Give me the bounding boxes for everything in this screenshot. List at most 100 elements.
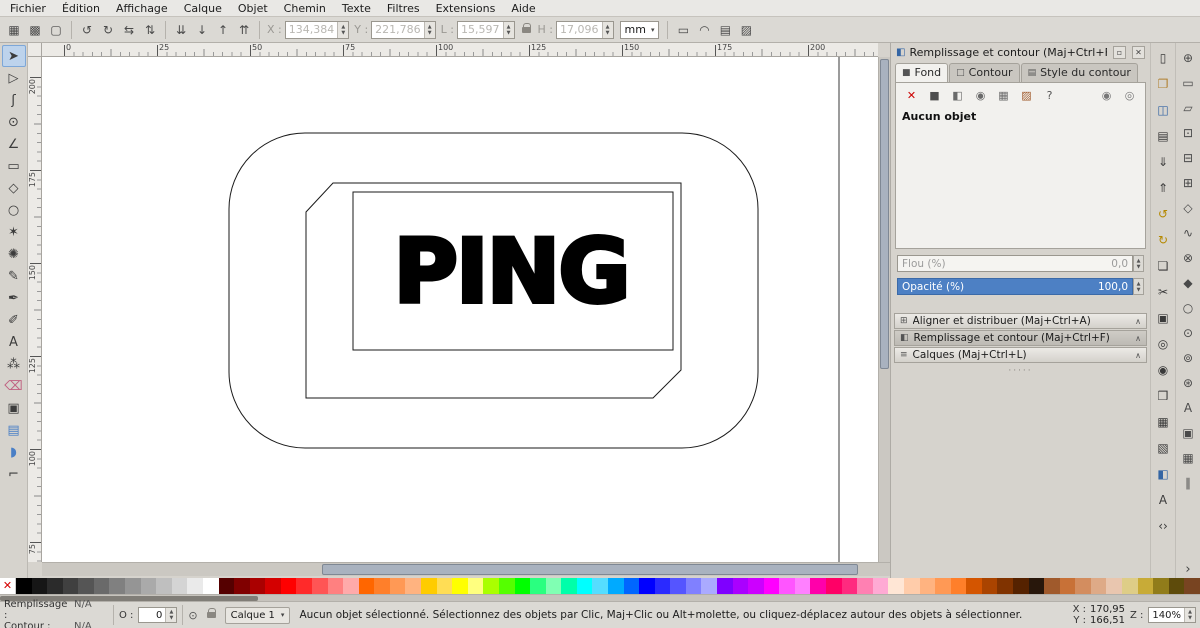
snap-bbox-icon[interactable]: ▭ (1177, 70, 1199, 95)
node-tool[interactable]: ▷ (2, 67, 26, 89)
snap-page-border-icon[interactable]: ▣ (1177, 420, 1199, 445)
xml-editor-icon[interactable]: ‹› (1152, 513, 1174, 539)
palette-swatch[interactable] (779, 578, 795, 594)
palette-swatch[interactable] (608, 578, 624, 594)
connector-tool[interactable]: ⌐ (2, 463, 26, 485)
palette-swatch[interactable] (561, 578, 577, 594)
dock-iconify-icon[interactable]: ▫ (1113, 46, 1126, 59)
snap-text-baseline-icon[interactable]: A (1177, 395, 1199, 420)
menu-fichier[interactable]: Fichier (2, 1, 54, 16)
palette-swatch[interactable] (624, 578, 640, 594)
palette-swatch[interactable] (920, 578, 936, 594)
3dbox-tool[interactable]: ◇ (2, 177, 26, 199)
palette-swatch[interactable] (1091, 578, 1107, 594)
ungroup-icon[interactable]: ▧ (1152, 435, 1174, 461)
menu-chemin[interactable]: Chemin (276, 1, 334, 16)
palette-swatch[interactable] (857, 578, 873, 594)
paint-linear-gradient-icon[interactable]: ◧ (948, 88, 967, 103)
palette-swatch[interactable] (1075, 578, 1091, 594)
palette-swatch[interactable] (219, 578, 235, 594)
print-icon[interactable]: ▤ (1152, 123, 1174, 149)
vertical-scrollbar[interactable] (878, 57, 890, 562)
snap-bbox-edge-icon[interactable]: ▱ (1177, 95, 1199, 120)
deselect-icon[interactable]: ▢ (46, 20, 66, 40)
zoom-page-icon[interactable]: ◉ (1152, 357, 1174, 383)
dock-close-icon[interactable]: ✕ (1132, 46, 1145, 59)
dock-header-fill[interactable]: ◧ Remplissage et contour (Maj+Ctrl+F) ∧ (894, 330, 1147, 346)
menu-calque[interactable]: Calque (176, 1, 230, 16)
palette-swatch[interactable] (966, 578, 982, 594)
spray-tool[interactable]: ⁂ (2, 353, 26, 375)
copy-icon[interactable]: ❏ (1152, 253, 1174, 279)
palette-swatch[interactable] (187, 578, 203, 594)
spinner[interactable] (602, 22, 613, 38)
measure-tool[interactable]: ∠ (2, 133, 26, 155)
snap-smooth-node-icon[interactable]: ○ (1177, 295, 1199, 320)
menu-edition[interactable]: Édition (54, 1, 108, 16)
menu-affichage[interactable]: Affichage (108, 1, 176, 16)
palette-swatch[interactable] (826, 578, 842, 594)
palette-swatch[interactable] (203, 578, 219, 594)
canvas[interactable]: PING (42, 57, 878, 562)
transform-stroke-icon[interactable]: ▭ (673, 20, 693, 40)
snap-nodes-icon[interactable]: ◇ (1177, 195, 1199, 220)
palette-swatch[interactable] (904, 578, 920, 594)
snap-enable-icon[interactable]: ⊕ (1177, 45, 1199, 70)
palette-swatch[interactable] (109, 578, 125, 594)
menu-filtres[interactable]: Filtres (379, 1, 428, 16)
palette-swatch[interactable] (250, 578, 266, 594)
snap-line-midpoint-icon[interactable]: ⊙ (1177, 320, 1199, 345)
eraser-tool[interactable]: ⌫ (2, 375, 26, 397)
palette-swatch[interactable] (499, 578, 515, 594)
bucket-fill-tool[interactable]: ▣ (2, 397, 26, 419)
ellipse-tool[interactable]: ○ (2, 199, 26, 221)
tweak-tool[interactable]: ʃ (2, 89, 26, 111)
palette-swatch[interactable] (359, 578, 375, 594)
palette-swatch[interactable] (172, 578, 188, 594)
palette-swatch[interactable] (125, 578, 141, 594)
blur-slider[interactable]: Flou (%) 0,0 (897, 255, 1133, 272)
object-opacity-field[interactable]: 0 (138, 607, 177, 623)
palette-swatch[interactable] (655, 578, 671, 594)
paste-icon[interactable]: ▣ (1152, 305, 1174, 331)
palette-swatch[interactable] (1122, 578, 1138, 594)
palette-swatch[interactable] (1138, 578, 1154, 594)
palette-swatch[interactable] (390, 578, 406, 594)
open-document-icon[interactable]: ❐ (1152, 71, 1174, 97)
palette-swatch[interactable] (32, 578, 48, 594)
snap-object-center-icon[interactable]: ⊚ (1177, 345, 1199, 370)
palette-swatch[interactable] (686, 578, 702, 594)
vertical-ruler[interactable]: 20017515012510075 (28, 57, 42, 562)
tab-fond[interactable]: ■ Fond (895, 63, 948, 82)
snap-path-intersection-icon[interactable]: ⊗ (1177, 245, 1199, 270)
save-icon[interactable]: ◫ (1152, 97, 1174, 123)
palette-swatch[interactable] (1044, 578, 1060, 594)
group-icon[interactable]: ▦ (1152, 409, 1174, 435)
palette-swatch[interactable] (343, 578, 359, 594)
palette-swatch[interactable] (717, 578, 733, 594)
unit-selector[interactable]: mm ▾ (620, 21, 660, 39)
palette-swatch[interactable] (483, 578, 499, 594)
horizontal-scrollbar[interactable] (42, 562, 890, 576)
palette-swatch[interactable] (16, 578, 32, 594)
palette-swatch[interactable] (312, 578, 328, 594)
pen-tool[interactable]: ✒ (2, 287, 26, 309)
palette-swatch[interactable] (515, 578, 531, 594)
field-input[interactable]: 15,597 (457, 21, 515, 39)
import-icon[interactable]: ⇓ (1152, 149, 1174, 175)
gradient-tool[interactable]: ▤ (2, 419, 26, 441)
star-tool[interactable]: ✶ (2, 221, 26, 243)
palette-swatch[interactable] (405, 578, 421, 594)
palette-swatch[interactable] (1029, 578, 1045, 594)
transform-gradients-icon[interactable]: ▤ (715, 20, 735, 40)
paint-flat-icon[interactable]: ■ (925, 88, 944, 103)
palette-swatch[interactable] (1184, 578, 1200, 594)
palette-swatch[interactable] (1013, 578, 1029, 594)
palette-swatch[interactable] (374, 578, 390, 594)
palette-swatch[interactable] (328, 578, 344, 594)
spinner[interactable] (424, 22, 435, 38)
paint-unknown-icon[interactable]: ? (1040, 88, 1059, 103)
palette-swatch[interactable] (982, 578, 998, 594)
palette-swatch[interactable] (670, 578, 686, 594)
palette-swatch[interactable] (281, 578, 297, 594)
